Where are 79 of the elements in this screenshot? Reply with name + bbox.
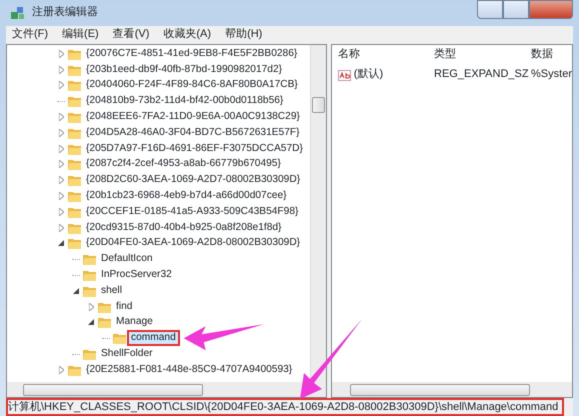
tree-item[interactable]: {2048EEE6-7FA2-11D0-9E6A-00A0C9138C29}: [84, 110, 302, 124]
folder-icon: [68, 142, 81, 155]
close-button[interactable]: [529, 0, 573, 19]
tree-item[interactable]: DefaultIcon: [99, 253, 155, 266]
collapsed-arrow-icon[interactable]: [57, 208, 65, 216]
column-header[interactable]: 类型: [434, 48, 532, 62]
window-title: 注册表编辑器: [32, 6, 98, 20]
string-value-icon: [338, 70, 352, 80]
tree-item[interactable]: {20E25881-F081-448e-85C9-4707A9400593}: [84, 364, 294, 376]
folder-icon: [68, 237, 81, 250]
menu-item[interactable]: 帮助(H): [225, 28, 262, 42]
folder-icon: [83, 348, 96, 360]
folder-icon: [68, 190, 81, 202]
folder-icon: [68, 64, 81, 76]
collapsed-arrow-icon[interactable]: [57, 192, 65, 200]
column-header[interactable]: 数据: [531, 48, 572, 62]
folder-icon: [98, 300, 111, 313]
collapsed-arrow-icon[interactable]: [57, 144, 65, 153]
tree-item[interactable]: {205D7A97-F16D-4691-86EF-F3075DCCA57D}: [84, 142, 305, 155]
menu-item[interactable]: 文件(F): [12, 28, 48, 42]
menu-item[interactable]: 查看(V): [112, 28, 150, 42]
collapsed-arrow-icon[interactable]: [57, 50, 65, 58]
horizontal-scrollbar[interactable]: [332, 382, 572, 397]
column-header[interactable]: 名称: [338, 48, 434, 62]
folder-icon: [68, 48, 81, 60]
collapsed-arrow-icon[interactable]: [57, 176, 65, 184]
vertical-scrollbar[interactable]: [310, 45, 326, 382]
tree-item[interactable]: ShellFolder: [99, 348, 155, 360]
tree-item[interactable]: {204D5A28-46A0-3F04-BD7C-B5672631E57F}: [84, 126, 302, 139]
collapsed-arrow-icon[interactable]: [57, 366, 65, 374]
collapsed-arrow-icon[interactable]: [57, 113, 65, 122]
collapsed-arrow-icon[interactable]: [57, 66, 65, 74]
tree-item[interactable]: {208D2C60-3AEA-1069-A2D7-08002B30309D}: [84, 174, 302, 186]
folder-icon: [68, 222, 81, 234]
folder-icon: [83, 269, 96, 282]
cubes-icon: [10, 5, 26, 21]
menu-item[interactable]: 编辑(E): [62, 28, 99, 42]
tree-item[interactable]: {20D04FE0-3AEA-1069-A2D8-08002B30309D}: [84, 237, 302, 250]
value-data: %Syster: [531, 68, 572, 82]
tree-item[interactable]: {20076C7E-4851-41ed-9EB8-F4E5F2BB0286}: [84, 48, 300, 60]
tree-item[interactable]: InProcServer32: [99, 268, 174, 282]
minimize-button[interactable]: [477, 0, 503, 19]
folder-icon: [98, 316, 111, 328]
collapsed-arrow-icon[interactable]: [87, 302, 95, 311]
folder-icon: [68, 79, 81, 92]
folder-icon: [83, 253, 96, 266]
collapsed-arrow-icon[interactable]: [57, 160, 65, 168]
collapsed-arrow-icon[interactable]: [57, 81, 65, 90]
value-name: (默认): [354, 68, 384, 82]
status-path: 计算机\HKEY_CLASSES_ROOT\CLSID\{20D04FE0-3AEA-1069-A2D8-08002B30309D}\shell\Manage\command: [8, 400, 562, 414]
tree-item[interactable]: command: [129, 332, 178, 344]
collapsed-arrow-icon[interactable]: [57, 224, 65, 232]
folder-icon: [68, 95, 81, 108]
tree-item[interactable]: {204810b9-73b2-11d4-bf42-00b0d0118b56}: [84, 95, 286, 108]
folder-icon: [68, 111, 81, 124]
menu-item[interactable]: 收藏夹(A): [163, 28, 212, 42]
value-type: REG_EXPAND_SZ: [434, 68, 530, 82]
tree-item[interactable]: {2087c2f4-2cef-4953-a8ab-66779b670495}: [84, 158, 283, 171]
folder-icon: [68, 158, 81, 170]
folder-icon: [83, 284, 96, 297]
folder-icon: [68, 174, 81, 186]
expanded-arrow-icon[interactable]: [57, 240, 65, 246]
collapsed-arrow-icon[interactable]: [57, 128, 65, 137]
tree-item[interactable]: find: [114, 300, 134, 313]
tree-item[interactable]: Manage: [114, 316, 155, 329]
folder-icon: [113, 332, 126, 344]
tree-item[interactable]: {203b1eed-db9f-40fb-87bd-1990982017d2}: [84, 64, 284, 76]
expanded-arrow-icon[interactable]: [72, 288, 80, 294]
maximize-button[interactable]: [503, 0, 529, 19]
folder-icon: [68, 364, 81, 376]
folder-icon: [68, 126, 81, 139]
tree-item[interactable]: {20b1cb23-6968-4eb9-b7d4-a66d00d07cee}: [84, 190, 289, 202]
folder-icon: [68, 206, 81, 218]
tree-item[interactable]: {20404060-F24F-4F89-84C6-8AF80B0A17CB}: [84, 79, 300, 92]
horizontal-scrollbar[interactable]: [7, 382, 326, 397]
tree-item[interactable]: {20CCEF1E-0185-41a5-A933-509C43B54F98}: [84, 206, 300, 218]
expanded-arrow-icon[interactable]: [87, 319, 95, 326]
tree-item[interactable]: {20cd9315-87d0-40b4-b925-0a8f208e1f8d}: [84, 222, 284, 234]
tree-item[interactable]: shell: [99, 284, 124, 297]
